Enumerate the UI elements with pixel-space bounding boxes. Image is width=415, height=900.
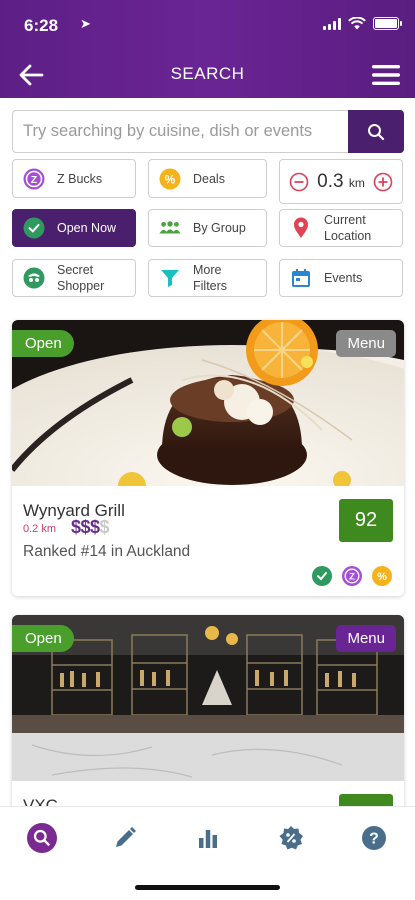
filter-events[interactable]: Events — [279, 259, 403, 297]
calendar-icon — [290, 267, 312, 289]
filter-label: By Group — [193, 221, 246, 235]
location-arrow-icon: ➤ — [80, 16, 91, 31]
restaurant-card[interactable]: Open Menu VXC — [12, 615, 404, 825]
feature-icons: Z % — [312, 566, 392, 586]
svg-text:Z: Z — [349, 572, 355, 583]
restaurant-distance: 0.2 km — [23, 523, 57, 535]
distance-value: 0.3 km — [317, 170, 365, 192]
plus-circle-icon[interactable] — [373, 172, 393, 192]
nav-deals[interactable] — [274, 821, 308, 855]
help-icon: ? — [362, 826, 386, 850]
open-badge: Open — [12, 330, 74, 357]
open-badge: Open — [12, 625, 74, 652]
minus-circle-icon[interactable] — [289, 172, 309, 192]
menu-button[interactable]: Menu — [336, 330, 396, 357]
nav-review[interactable] — [108, 821, 142, 855]
deals-icon: % — [159, 168, 181, 190]
filter-label: Deals — [193, 171, 225, 186]
menu-button[interactable] — [369, 58, 403, 92]
location-pin-icon — [290, 217, 312, 239]
score-badge: 92 — [339, 499, 393, 542]
deals-badge-icon — [279, 826, 303, 850]
restaurant-photo: Open Menu — [12, 320, 404, 486]
pencil-icon — [116, 827, 136, 847]
filter-deals[interactable]: % Deals — [148, 159, 267, 198]
filter-more-filters[interactable]: More Filters — [148, 259, 267, 297]
restaurant-photo: Open Menu — [12, 615, 404, 781]
signal-icon — [323, 17, 341, 30]
menu-button[interactable]: Menu — [336, 625, 396, 652]
restaurant-info: Wynyard Grill 0.2 km $$$$ Ranked #14 in … — [12, 486, 404, 596]
wifi-icon — [348, 17, 366, 30]
nav-help[interactable]: ? — [357, 821, 391, 855]
group-icon — [159, 217, 181, 239]
search-bar — [12, 110, 404, 153]
home-indicator — [135, 885, 280, 890]
nav-rankings[interactable] — [191, 821, 225, 855]
search-icon — [368, 123, 385, 140]
filter-label: Secret Shopper — [57, 263, 105, 293]
funnel-icon — [159, 267, 181, 289]
secret-shopper-icon — [23, 267, 45, 289]
restaurant-rank: Ranked #14 in Auckland — [23, 543, 191, 560]
filter-current-location[interactable]: Current Location — [279, 209, 403, 247]
search-button[interactable] — [348, 110, 404, 153]
filter-secret-shopper[interactable]: Secret Shopper — [12, 259, 136, 297]
filter-label: Z Bucks — [57, 171, 103, 186]
check-circle-icon — [23, 217, 45, 239]
svg-text:?: ? — [369, 831, 379, 848]
status-icons — [323, 17, 402, 30]
z-bucks-icon: Z — [342, 566, 362, 586]
page-title: SEARCH — [170, 64, 245, 83]
price-level: $$$$ — [71, 517, 110, 537]
filter-label: More Filters — [193, 263, 228, 293]
nav-search[interactable] — [25, 821, 59, 855]
search-icon — [27, 823, 57, 853]
filter-label: Open Now — [57, 221, 117, 235]
z-bucks-icon: Z — [23, 168, 45, 190]
distance-stepper: 0.3 km — [279, 159, 403, 204]
filter-label: Events — [324, 271, 363, 285]
deals-icon: % — [372, 566, 392, 586]
svg-text:Z: Z — [31, 174, 38, 186]
filter-open-now[interactable]: Open Now — [12, 209, 136, 247]
restaurant-card[interactable]: Open Menu Wynyard Grill 0.2 km $$$$ Rank… — [12, 320, 404, 596]
check-circle-icon — [312, 566, 332, 586]
status-time: 6:28 — [24, 16, 59, 35]
app-header: 6:28 ➤ SEARCH — [0, 0, 415, 98]
svg-text:%: % — [165, 172, 176, 186]
bar-chart-icon — [199, 830, 217, 848]
svg-text:%: % — [377, 571, 387, 583]
search-input[interactable] — [13, 111, 349, 152]
filter-by-group[interactable]: By Group — [148, 209, 267, 247]
filter-z-bucks[interactable]: Z Z Bucks — [12, 159, 136, 198]
battery-icon — [373, 17, 402, 30]
filter-label: Current Location — [324, 213, 372, 243]
hamburger-icon — [372, 65, 400, 85]
